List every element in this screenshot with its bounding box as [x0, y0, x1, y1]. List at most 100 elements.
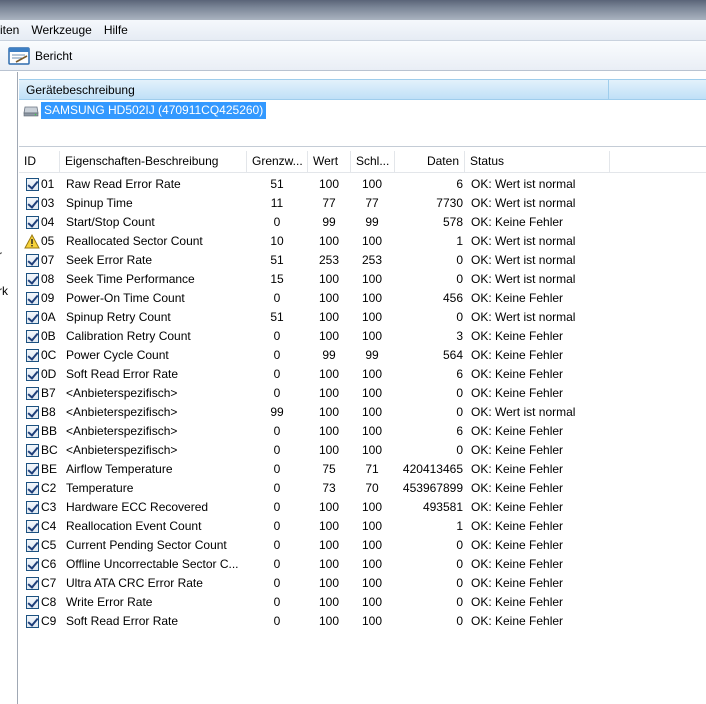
attribute-worst: 99: [365, 215, 379, 229]
table-row[interactable]: 03 Spinup Time 11 77 77 7730 OK: Wert ist norm…: [19, 194, 706, 213]
attribute-value: 100: [318, 367, 340, 381]
attribute-description: Soft Read Error Rate: [66, 614, 179, 628]
attribute-data: 1: [456, 234, 463, 248]
attribute-data: 7730: [436, 196, 463, 210]
nav-fragment-1: r: [0, 248, 2, 262]
table-row[interactable]: 0A Spinup Retry Count 51 100 100 0 OK: Wert is…: [19, 308, 706, 327]
attribute-data: 564: [442, 348, 463, 362]
attribute-value: 100: [318, 234, 340, 248]
menu-item-tools[interactable]: Werkzeuge: [26, 20, 98, 41]
attribute-data: 0: [456, 310, 463, 324]
attribute-threshold: 0: [273, 462, 281, 476]
column-header-status[interactable]: Status: [465, 151, 610, 172]
table-row[interactable]: C4 Reallocation Event Count 0 100 100 1 OK: Ke…: [19, 517, 706, 536]
table-row[interactable]: B7 <Anbieterspezifisch> 0 100 100 0 OK: Keine …: [19, 384, 706, 403]
table-row[interactable]: BE Airflow Temperature 0 75 71 420413465 OK: K…: [19, 460, 706, 479]
attribute-description: Soft Read Error Rate: [66, 367, 179, 381]
ok-checkbox-icon: [26, 292, 39, 305]
attribute-data: 3: [456, 329, 463, 343]
column-header-description[interactable]: Eigenschaften-Beschreibung: [60, 151, 247, 172]
attribute-value: 100: [318, 614, 340, 628]
attribute-description: Airflow Temperature: [66, 462, 173, 476]
attribute-worst: 100: [361, 405, 383, 419]
attribute-value: 100: [318, 576, 340, 590]
attribute-status: OK: Keine Fehler: [471, 329, 564, 343]
attribute-data: 0: [456, 614, 463, 628]
hard-drive-icon: [23, 106, 39, 116]
report-button[interactable]: Bericht: [6, 44, 76, 68]
navigation-pane[interactable]: r rk: [0, 72, 18, 704]
attribute-threshold: 15: [270, 272, 284, 286]
table-row[interactable]: 07 Seek Error Rate 51 253 253 0 OK: Wert ist n…: [19, 251, 706, 270]
attribute-description: Hardware ECC Recovered: [66, 500, 209, 514]
ok-checkbox-icon: [26, 444, 39, 457]
attribute-worst: 253: [361, 253, 383, 267]
column-header-data[interactable]: Daten: [395, 151, 465, 172]
attribute-threshold: 0: [273, 576, 281, 590]
menu-bar: riten Werkzeuge Hilfe: [0, 20, 706, 41]
table-row[interactable]: C5 Current Pending Sector Count 0 100 100 0 OK…: [19, 536, 706, 555]
pane-divider[interactable]: [19, 146, 706, 147]
table-row[interactable]: 05 Reallocated Sector Count 10 100 100 1 OK: W…: [19, 232, 706, 251]
table-row[interactable]: 08 Seek Time Performance 15 100 100 0 OK: Wert…: [19, 270, 706, 289]
table-row[interactable]: C7 Ultra ATA CRC Error Rate 0 100 100 0 OK: Ke…: [19, 574, 706, 593]
table-row[interactable]: B8 <Anbieterspezifisch> 99 100 100 0 OK: Wert …: [19, 403, 706, 422]
device-item[interactable]: SAMSUNG HD502IJ (470911CQ425260): [23, 102, 267, 119]
attribute-worst: 70: [365, 481, 379, 495]
table-row[interactable]: 0B Calibration Retry Count 0 100 100 3 OK: Kei…: [19, 327, 706, 346]
attribute-threshold: 0: [273, 443, 281, 457]
menu-item-favorites[interactable]: riten: [0, 20, 26, 41]
attribute-threshold: 0: [273, 424, 281, 438]
attribute-status: OK: Keine Fehler: [471, 386, 564, 400]
attribute-threshold: 11: [270, 196, 284, 210]
attribute-threshold: 0: [273, 367, 281, 381]
table-row[interactable]: 09 Power-On Time Count 0 100 100 456 OK: Keine…: [19, 289, 706, 308]
table-row[interactable]: C2 Temperature 0 73 70 453967899 OK: Keine Feh…: [19, 479, 706, 498]
attribute-worst: 100: [361, 557, 383, 571]
column-header-value[interactable]: Wert: [308, 151, 351, 172]
table-row[interactable]: C9 Soft Read Error Rate 0 100 100 0 OK: Keine …: [19, 612, 706, 631]
table-row[interactable]: BB <Anbieterspezifisch> 0 100 100 6 OK: Keine …: [19, 422, 706, 441]
column-header-worst[interactable]: Schl...: [351, 151, 395, 172]
attribute-status: OK: Keine Fehler: [471, 576, 564, 590]
ok-checkbox-icon: [26, 558, 39, 571]
ok-checkbox-icon: [26, 596, 39, 609]
attribute-value: 100: [318, 500, 340, 514]
attribute-status: OK: Keine Fehler: [471, 443, 564, 457]
attribute-threshold: 0: [273, 291, 281, 305]
attribute-description: Offline Uncorrectable Sector C...: [66, 557, 239, 571]
list-header: ID Eigenschaften-Beschreibung Grenzw... …: [19, 151, 706, 173]
table-row[interactable]: BC <Anbieterspezifisch> 0 100 100 0 OK: Keine …: [19, 441, 706, 460]
attribute-worst: 100: [361, 424, 383, 438]
attribute-worst: 100: [361, 329, 383, 343]
table-row[interactable]: C8 Write Error Rate 0 100 100 0 OK: Keine Fehl…: [19, 593, 706, 612]
attribute-value: 100: [318, 329, 340, 343]
table-row[interactable]: C6 Offline Uncorrectable Sector C... 0 100 1…: [19, 555, 706, 574]
toolbar: Bericht: [0, 41, 706, 71]
attribute-value: 100: [318, 405, 340, 419]
attribute-data: 578: [442, 215, 463, 229]
attribute-status: OK: Keine Fehler: [471, 614, 564, 628]
attribute-value: 100: [318, 557, 340, 571]
attribute-description: <Anbieterspezifisch>: [66, 405, 178, 419]
ok-checkbox-icon: [26, 178, 39, 191]
table-row[interactable]: 04 Start/Stop Count 0 99 99 578 OK: Keine Fehl…: [19, 213, 706, 232]
device-name: SAMSUNG HD502IJ (470911CQ425260): [41, 102, 267, 119]
column-header-threshold[interactable]: Grenzw...: [247, 151, 308, 172]
column-header-id[interactable]: ID: [19, 151, 60, 172]
attribute-status: OK: Keine Fehler: [471, 595, 564, 609]
attribute-threshold: 0: [273, 386, 281, 400]
main-panel: Gerätebeschreibung SAMSUNG HD502IJ (4709…: [19, 72, 706, 704]
attribute-status: OK: Wert ist normal: [471, 196, 576, 210]
table-row[interactable]: C3 Hardware ECC Recovered 0 100 100 493581 OK:…: [19, 498, 706, 517]
table-row[interactable]: 01 Raw Read Error Rate 51 100 100 6 OK: Wert i…: [19, 175, 706, 194]
attribute-value: 100: [318, 519, 340, 533]
attribute-threshold: 0: [273, 215, 281, 229]
table-row[interactable]: 0C Power Cycle Count 0 99 99 564 OK: Keine Feh…: [19, 346, 706, 365]
table-row[interactable]: 0D Soft Read Error Rate 0 100 100 6 OK: Keine …: [19, 365, 706, 384]
attribute-data: 6: [456, 367, 463, 381]
attribute-status: OK: Keine Fehler: [471, 500, 564, 514]
attribute-worst: 100: [361, 538, 383, 552]
window-title-strip: [0, 0, 706, 20]
menu-item-help[interactable]: Hilfe: [99, 20, 135, 41]
